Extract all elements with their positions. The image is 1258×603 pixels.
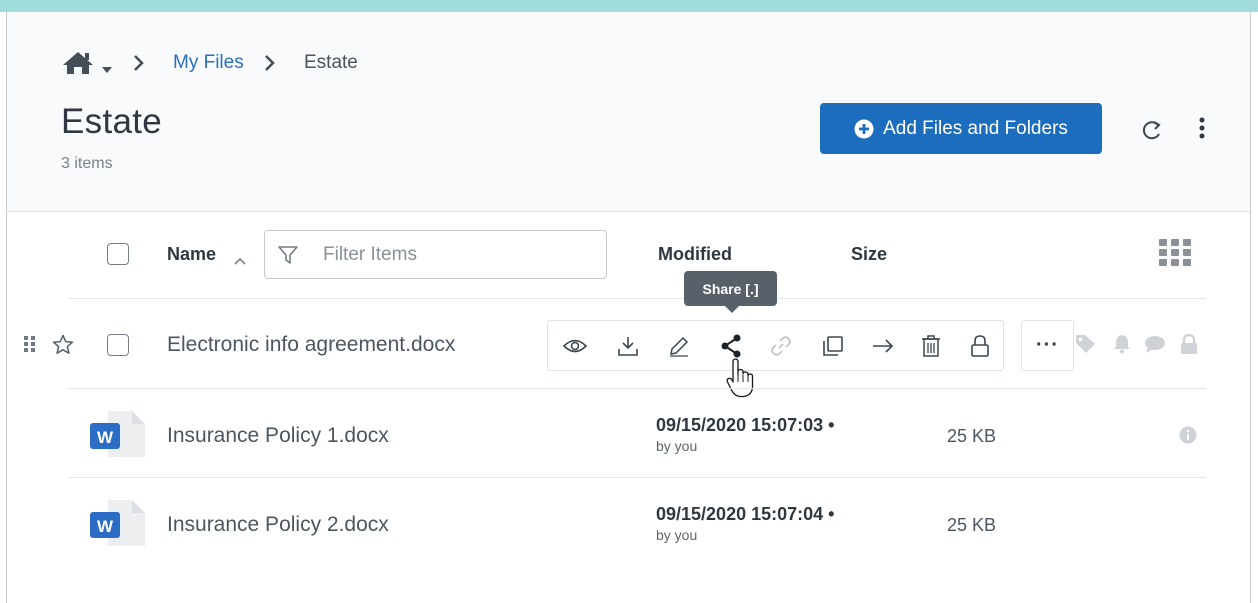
lock-status-icon [1180, 333, 1198, 359]
tooltip-arrow [725, 306, 739, 313]
breadcrumb-separator-icon [133, 55, 145, 76]
link-icon[interactable] [768, 333, 794, 359]
lock-icon[interactable] [967, 333, 993, 359]
frame-border-right [1250, 12, 1251, 603]
kebab-icon[interactable] [1199, 117, 1205, 144]
delete-icon[interactable] [918, 333, 944, 359]
file-size: 25 KB [947, 426, 997, 446]
edit-icon[interactable] [666, 333, 692, 359]
svg-text:W: W [97, 428, 114, 447]
add-files-button[interactable]: Add Files and Folders [820, 103, 1102, 154]
breadcrumb-my-files[interactable]: My Files [173, 50, 244, 76]
filter-field[interactable] [264, 230, 607, 279]
move-icon[interactable] [870, 333, 896, 359]
plus-circle-icon [854, 119, 874, 139]
item-count: 3 items [61, 155, 113, 172]
grid-view-icon[interactable] [1159, 239, 1191, 272]
modified-by: by you [656, 438, 698, 454]
top-accent-bar [0, 0, 1258, 12]
share-tooltip: Share [.] [684, 271, 777, 306]
bell-icon [1113, 334, 1131, 359]
drag-handle-icon[interactable] [24, 336, 36, 357]
add-files-label: Add Files and Folders [883, 117, 1068, 139]
file-name[interactable]: Insurance Policy 2.docx [167, 513, 389, 537]
sort-ascending-icon[interactable] [234, 252, 246, 270]
share-icon[interactable] [718, 333, 744, 359]
copy-icon[interactable] [820, 333, 846, 359]
row-divider [68, 298, 1206, 299]
filter-input[interactable] [323, 242, 593, 268]
modified-date: 09/15/2020 15:07:04 • [656, 504, 835, 524]
modified-date: 09/15/2020 15:07:03 • [656, 415, 835, 435]
column-header-name[interactable]: Name [167, 244, 216, 265]
page-title: Estate [61, 102, 163, 141]
download-icon[interactable] [615, 333, 641, 359]
row-checkbox[interactable] [107, 334, 129, 356]
star-icon[interactable] [52, 334, 74, 360]
caret-down-icon[interactable] [101, 61, 113, 79]
home-icon[interactable] [61, 50, 95, 81]
preview-icon[interactable] [562, 333, 588, 359]
comment-icon [1144, 334, 1166, 359]
refresh-icon[interactable] [1141, 119, 1163, 146]
svg-text:W: W [97, 517, 114, 536]
row-divider [68, 477, 1206, 478]
more-actions-button[interactable]: ··· [1021, 320, 1074, 371]
row-divider [68, 388, 1206, 389]
modified-by: by you [656, 527, 698, 543]
filter-icon [277, 244, 299, 271]
column-header-modified[interactable]: Modified [658, 244, 732, 265]
file-size: 25 KB [947, 515, 997, 535]
word-document-icon: W [88, 499, 145, 546]
column-header-size[interactable]: Size [851, 244, 887, 265]
row-action-bar [547, 320, 1004, 371]
select-all-checkbox[interactable] [107, 243, 129, 265]
file-name[interactable]: Insurance Policy 1.docx [167, 424, 389, 448]
word-document-icon: W [88, 410, 145, 457]
breadcrumb-separator-icon [264, 55, 276, 76]
file-name[interactable]: Electronic info agreement.docx [167, 333, 455, 357]
breadcrumb-current: Estate [304, 52, 358, 73]
info-icon[interactable] [1179, 426, 1197, 449]
pointer-cursor-icon [726, 358, 754, 403]
tag-icon [1075, 334, 1097, 359]
